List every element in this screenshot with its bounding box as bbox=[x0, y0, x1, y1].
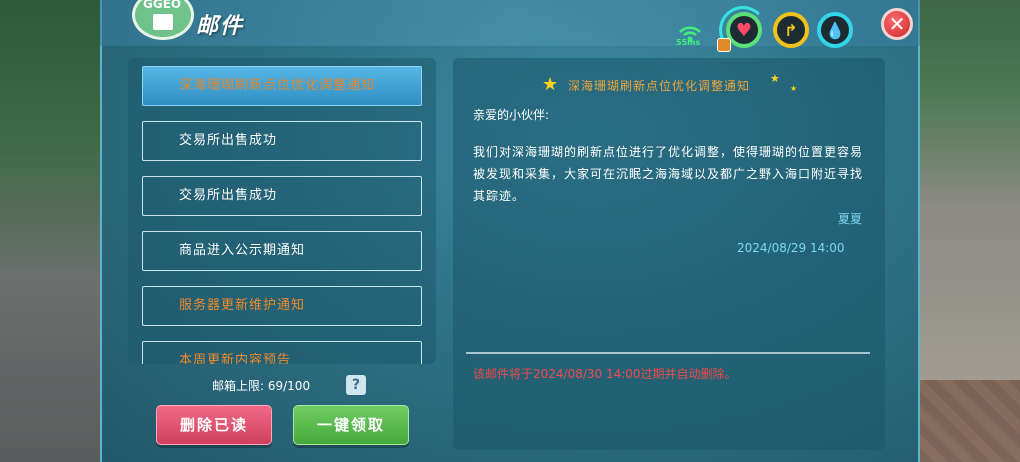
mail-list-item[interactable]: 交易所出售成功 bbox=[142, 176, 422, 216]
mail-list-item[interactable]: 交易所出售成功 bbox=[142, 121, 422, 161]
water-status[interactable]: 💧 bbox=[817, 12, 853, 48]
star-icon: ★ bbox=[770, 72, 780, 85]
claim-all-button[interactable]: 一键领取 bbox=[293, 405, 409, 445]
close-button[interactable]: ✕ bbox=[881, 8, 913, 40]
mail-list[interactable]: 深海珊瑚刷新点位优化调整通知 交易所出售成功 交易所出售成功 商品进入公示期通知… bbox=[128, 58, 436, 364]
stamina-status[interactable]: ↱ bbox=[773, 12, 809, 48]
water-drop-icon: 💧 bbox=[825, 20, 845, 40]
star-icon: ★ bbox=[790, 84, 798, 93]
mail-icon bbox=[153, 14, 173, 30]
mail-list-item[interactable]: 深海珊瑚刷新点位优化调整通知 bbox=[142, 66, 422, 106]
divider bbox=[466, 352, 870, 354]
health-status[interactable]: ♥ bbox=[726, 12, 762, 48]
mail-greeting: 亲爱的小伙伴: bbox=[473, 108, 550, 122]
mailbox-capacity: 邮箱上限: 69/100 bbox=[212, 379, 311, 393]
ping-readout: 55ms bbox=[676, 38, 701, 47]
mail-detail-title: 深海珊瑚刷新点位优化调整通知 bbox=[568, 79, 751, 93]
game-world-ground bbox=[920, 380, 1020, 462]
turn-arrow-icon: ↱ bbox=[784, 20, 798, 40]
heart-icon: ♥ bbox=[735, 19, 753, 41]
mail-list-item[interactable]: 本周更新内容预告 bbox=[142, 341, 422, 364]
game-world-background-left bbox=[0, 0, 100, 462]
mail-list-item[interactable]: 商品进入公示期通知 bbox=[142, 231, 422, 271]
help-button[interactable]: ? bbox=[346, 375, 366, 395]
mail-body: 我们对深海珊瑚的刷新点位进行了优化调整，使得珊瑚的位置更容易被发现和采集，大家可… bbox=[473, 145, 864, 203]
mail-expire-notice: 该邮件将于2024/08/30 14:00过期并自动删除。 bbox=[473, 367, 737, 381]
delete-read-button[interactable]: 删除已读 bbox=[156, 405, 272, 445]
star-icon: ★ bbox=[542, 74, 559, 95]
game-logo-text: GGEO bbox=[143, 0, 182, 11]
mail-date: 2024/08/29 14:00 bbox=[737, 241, 845, 255]
buff-badge-icon bbox=[717, 38, 731, 52]
page-title: 邮件 bbox=[196, 14, 245, 39]
mail-signature: 夏夏 bbox=[838, 212, 863, 226]
close-icon: ✕ bbox=[888, 12, 906, 36]
mail-list-item[interactable]: 服务器更新维护通知 bbox=[142, 286, 422, 326]
